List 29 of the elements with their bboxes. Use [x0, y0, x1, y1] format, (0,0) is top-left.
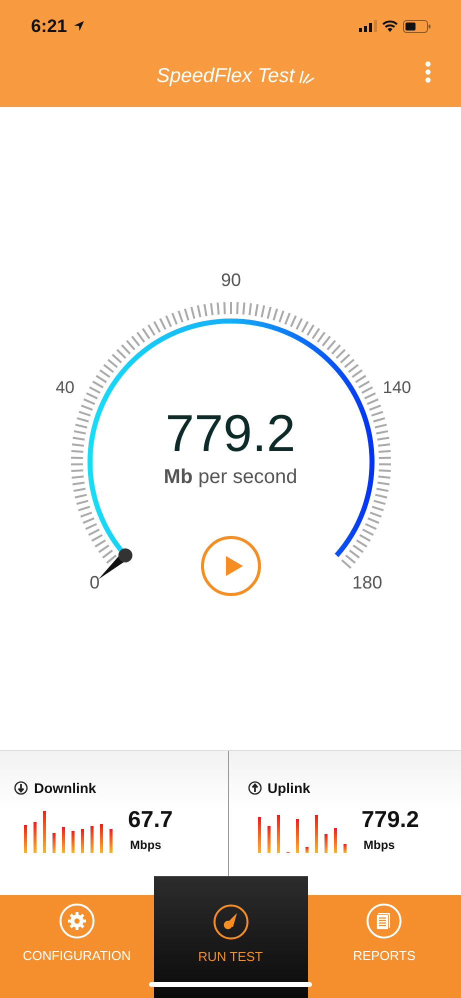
stat-value: 67.7: [128, 806, 173, 833]
wifi-icon: [382, 20, 398, 32]
signal-icon: [359, 20, 377, 32]
play-icon: [224, 555, 244, 577]
stat-label: Downlink: [34, 780, 96, 796]
gauge-needle: [98, 548, 132, 580]
stat-label: Uplink: [268, 780, 310, 796]
stat-value: 779.2: [362, 806, 420, 833]
more-menu-icon[interactable]: [425, 61, 431, 83]
scale-label: 90: [220, 270, 242, 290]
settings-icon: [58, 903, 95, 939]
tab[interactable]: REPORTS: [308, 895, 461, 998]
gauge-icon: [212, 904, 248, 940]
scale-label: 0: [90, 572, 100, 593]
document-icon: [366, 903, 402, 939]
status-time: 6:21: [31, 16, 68, 36]
stat-unit: Mbps: [130, 838, 162, 852]
location-arrow-icon: [73, 20, 86, 32]
speed-value: 779.2: [165, 404, 296, 464]
speed-unit: Mb per second: [164, 466, 298, 489]
scale-label: 140: [382, 378, 412, 398]
speed-lines-icon: [296, 70, 315, 84]
scale-label: 40: [56, 378, 75, 398]
stat-unit: Mbps: [364, 838, 396, 852]
battery-icon: [403, 20, 431, 32]
tab[interactable]: RUN TEST: [154, 876, 308, 998]
tab[interactable]: CONFIGURATION: [0, 895, 154, 998]
app-title: SpeedFlex Test: [156, 65, 295, 88]
scale-label: 180: [352, 572, 382, 593]
